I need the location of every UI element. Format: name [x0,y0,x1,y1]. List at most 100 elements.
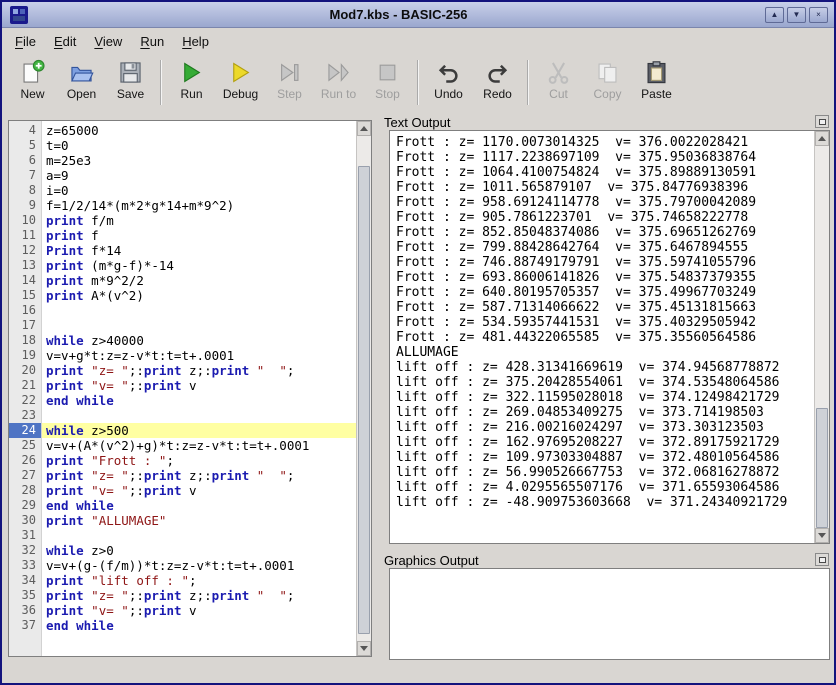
scroll-down-button[interactable] [815,528,829,543]
menu-edit[interactable]: Edit [45,31,85,52]
copy-button: Copy [583,58,632,101]
line-number: 8 [28,183,36,197]
code-line[interactable]: print "z= ";:print z;:print " "; [42,588,356,603]
code-line[interactable]: print "v= ";:print v [42,378,356,393]
line-number: 11 [21,228,36,242]
new-button[interactable]: New [8,58,57,101]
code-line[interactable]: Print f*14 [42,243,356,258]
output-line: lift off : z= -48.909753603668 v= 371.24… [396,495,788,510]
scroll-up-button[interactable] [815,131,829,146]
menu-run[interactable]: Run [131,31,173,52]
line-number: 5 [28,138,36,152]
menu-bar: File Edit View Run Help [2,28,834,54]
scroll-up-button[interactable] [357,121,371,136]
code-line[interactable]: a=9 [42,168,356,183]
line-number: 34 [21,573,36,587]
paste-button[interactable]: Paste [632,58,681,101]
app-icon [10,5,28,24]
output-line: Frott : z= 1117.2238697109 v= 375.950368… [396,150,757,165]
code-token-kw: print [211,363,250,378]
graphics-output-float-button[interactable] [815,553,829,566]
output-line: lift off : z= 269.04853409275 v= 373.714… [396,405,764,420]
code-line[interactable]: v=v+g*t:z=z-v*t:t=t+.0001 [42,348,356,363]
code-line[interactable] [42,528,356,543]
cut-button: Cut [534,58,583,101]
code-line[interactable]: end while [42,618,356,633]
code-token-kw: print [46,603,84,618]
code-line[interactable]: end while [42,393,356,408]
code-line[interactable]: end while [42,498,356,513]
code-line[interactable]: v=v+(A*(v^2)+g)*t:z=z-v*t:t=t+.0001 [42,438,356,453]
line-number: 35 [21,588,36,602]
code-token-kw: print [46,588,84,603]
code-line[interactable]: while z>0 [42,543,356,558]
run-button[interactable]: Run [167,58,216,101]
tool-label: Debug [222,87,259,101]
output-line: lift off : z= 322.11595028018 v= 374.124… [396,390,780,405]
output-line: Frott : z= 799.88428642764 v= 375.646789… [396,240,749,255]
menu-help[interactable]: Help [173,31,218,52]
code-token-kw: print [46,573,84,588]
line-number: 22 [21,393,36,407]
code-line[interactable]: print f/m [42,213,356,228]
code-editor[interactable]: 4 5 6 7 8 9 10 11 12 13 14 15 16 17 18 19 20 21 22 23 24 25 26… [8,120,372,657]
code-token-kw: print [46,363,84,378]
code-line[interactable]: print m*9^2/2 [42,273,356,288]
tool-label: Save [116,87,145,101]
output-line: Frott : z= 534.59357441531 v= 375.403295… [396,315,757,330]
code-line[interactable]: while z>500 [42,423,356,438]
graphics-output-panel [389,568,830,660]
code-token-kw: end while [46,498,114,513]
open-button[interactable]: Open [57,58,106,101]
code-line[interactable]: print (m*g-f)*-14 [42,258,356,273]
code-line[interactable]: t=0 [42,138,356,153]
code-token-plain: v=v+g*t:z=z-v*t:t=t+.0001 [46,348,235,363]
output-line: lift off : z= 428.31341669619 v= 374.945… [396,360,780,375]
code-token-kw: print [143,378,182,393]
code-line[interactable]: print "v= ";:print v [42,483,356,498]
work-area: 4 5 6 7 8 9 10 11 12 13 14 15 16 17 18 19 20 21 22 23 24 25 26… [2,112,834,683]
code-line[interactable]: print "lift off : "; [42,573,356,588]
menu-view[interactable]: View [85,31,131,52]
debug-button[interactable]: Debug [216,58,265,101]
code-line[interactable]: v=v+(g-(f/m))*t:z=z-v*t:t=t+.0001 [42,558,356,573]
code-line[interactable] [42,318,356,333]
code-token-kw: while [46,423,84,438]
code-line[interactable]: f=1/2/14*(m*2*g*14+m*9^2) [42,198,356,213]
code-line[interactable]: z=65000 [42,123,356,138]
code-line[interactable]: while z>40000 [42,333,356,348]
scroll-down-button[interactable] [357,641,371,656]
code-line[interactable]: print f [42,228,356,243]
editor-code[interactable]: z=65000 t=0 m=25e3 a=9 i=0 f=1/2/14*(m*2*g*14… [42,121,356,656]
output-line: lift off : z= 109.97303304887 v= 372.480… [396,450,780,465]
title-bar[interactable]: Mod7.kbs - BASIC-256 ▲ ▼ × [2,2,834,28]
code-line[interactable]: m=25e3 [42,153,356,168]
line-number: 26 [21,453,36,467]
code-line[interactable]: print "Frott : "; [42,453,356,468]
code-line[interactable]: print "z= ";:print z;:print " "; [42,468,356,483]
code-token-plain: ; [189,573,197,588]
close-button[interactable]: × [809,6,828,23]
code-line[interactable]: print A*(v^2) [42,288,356,303]
line-number: 4 [28,123,36,137]
code-line[interactable]: print "ALLUMAGE" [42,513,356,528]
shade-button[interactable]: ▲ [765,6,784,23]
editor-scrollbar[interactable] [356,121,371,656]
undo-button[interactable]: Undo [424,58,473,101]
code-token-plain: ;: [128,603,144,618]
save-button[interactable]: Save [106,58,155,101]
minimize-button[interactable]: ▼ [787,6,806,23]
code-line[interactable]: print "v= ";:print v [42,603,356,618]
scrollbar-thumb[interactable] [358,166,370,634]
code-token-str: "lift off : " [91,573,190,588]
redo-button[interactable]: Redo [473,58,522,101]
text-output-float-button[interactable] [815,115,829,128]
code-line[interactable]: print "z= ";:print z;:print " "; [42,363,356,378]
scrollbar-thumb[interactable] [816,408,828,528]
output-scrollbar[interactable] [814,131,829,543]
menu-file[interactable]: File [6,31,45,52]
code-line[interactable] [42,408,356,423]
toolbar-separator [527,60,529,105]
code-line[interactable] [42,303,356,318]
code-line[interactable]: i=0 [42,183,356,198]
